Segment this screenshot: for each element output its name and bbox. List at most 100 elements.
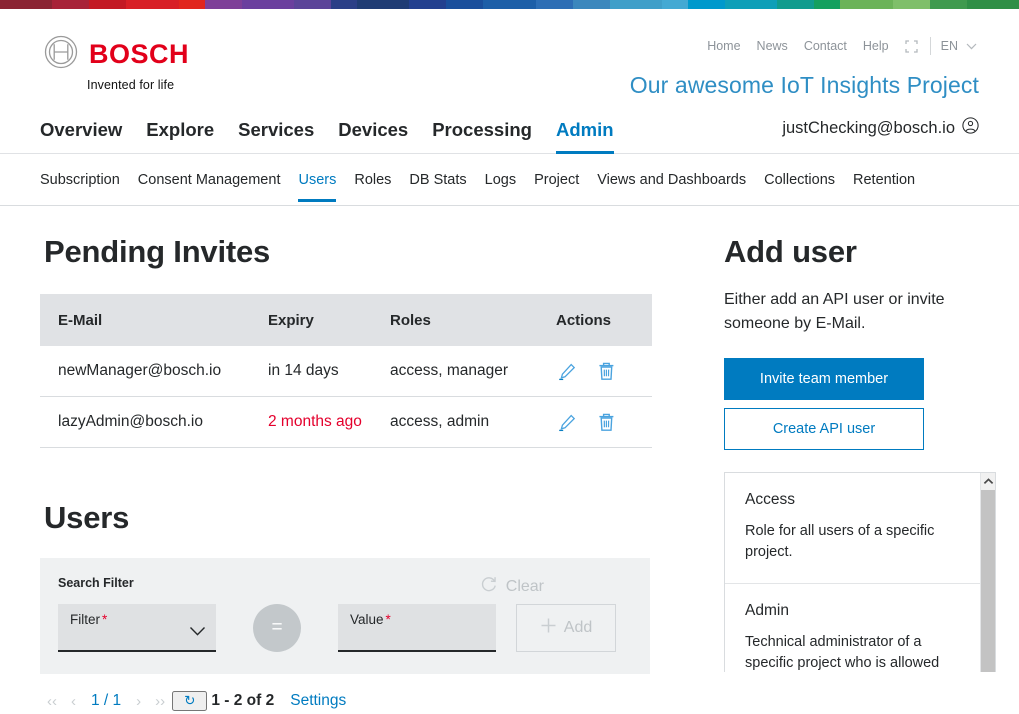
supergraphic-segment xyxy=(446,0,483,9)
utility-nav: Home News Contact Help EN xyxy=(699,37,979,55)
sub-nav-item-project[interactable]: Project xyxy=(534,168,579,202)
utility-nav-divider xyxy=(930,37,931,55)
main-nav-item-services[interactable]: Services xyxy=(238,110,314,150)
language-value: EN xyxy=(941,39,958,53)
filter-row: Filter* = Value* Add xyxy=(58,604,632,652)
supergraphic-segment xyxy=(536,0,573,9)
filter-select[interactable]: Filter* xyxy=(58,604,216,652)
supergraphic-segment xyxy=(409,0,446,9)
clear-filter-button[interactable]: Clear xyxy=(474,574,550,599)
table-row: lazyAdmin@bosch.io2 months agoaccess, ad… xyxy=(40,397,652,448)
role-list-item[interactable]: Admin Technical administrator of a specif… xyxy=(725,584,980,672)
create-api-user-button[interactable]: Create API user xyxy=(724,408,924,450)
sub-nav-item-subscription[interactable]: Subscription xyxy=(40,168,120,202)
pagination-prev-button[interactable]: ‹ xyxy=(64,693,83,710)
supergraphic-segment xyxy=(205,0,242,9)
column-header-actions: Actions xyxy=(540,294,652,346)
bosch-logo[interactable]: BOSCH Invented for life xyxy=(44,35,189,92)
table-header-row: E-Mail Expiry Roles Actions xyxy=(40,294,652,346)
supergraphic-segment xyxy=(725,0,777,9)
role-name: Admin xyxy=(745,602,960,620)
util-nav-contact[interactable]: Contact xyxy=(796,37,855,55)
supergraphic-segment xyxy=(179,0,205,9)
supergraphic-segment xyxy=(357,0,409,9)
role-list-item[interactable]: Access Role for all users of a specific p… xyxy=(725,473,980,584)
pending-invites-table: E-Mail Expiry Roles Actions newManager@b… xyxy=(40,294,652,448)
column-header-roles[interactable]: Roles xyxy=(390,294,540,346)
pencil-edit-icon[interactable] xyxy=(558,413,577,432)
trash-delete-icon[interactable] xyxy=(597,412,616,432)
language-selector[interactable]: EN xyxy=(941,39,979,53)
account-menu[interactable]: justChecking@bosch.io xyxy=(782,117,979,139)
invite-roles-cell: access, manager xyxy=(390,346,540,397)
supergraphic-segment xyxy=(52,0,89,9)
pagination-settings-link[interactable]: Settings xyxy=(290,692,346,710)
column-header-email[interactable]: E-Mail xyxy=(40,294,268,346)
supergraphic-segment xyxy=(294,0,331,9)
fullscreen-expand-icon[interactable] xyxy=(897,40,924,53)
pagination-last-button[interactable]: ›› xyxy=(148,693,172,710)
main-nav-item-explore[interactable]: Explore xyxy=(146,110,214,150)
util-nav-help[interactable]: Help xyxy=(855,37,897,55)
supergraphic-segment xyxy=(967,0,1019,9)
filter-select-label: Filter* xyxy=(70,612,107,627)
page-header: BOSCH Invented for life Home News Contac… xyxy=(0,9,1019,106)
main-nav-item-overview[interactable]: Overview xyxy=(40,110,122,150)
pagination-next-button[interactable]: › xyxy=(129,693,148,710)
refresh-icon[interactable]: ↻ xyxy=(172,691,207,711)
sub-nav-item-roles[interactable]: Roles xyxy=(354,168,391,202)
users-column: Pending Invites E-Mail Expiry Roles Acti… xyxy=(40,206,674,714)
main-navigation: Overview Explore Services Devices Processing… xyxy=(0,106,1019,154)
util-nav-home[interactable]: Home xyxy=(699,37,748,55)
invite-expiry-cell: 2 months ago xyxy=(268,397,390,448)
sub-nav-item-consent-management[interactable]: Consent Management xyxy=(138,168,281,202)
chevron-up-icon[interactable] xyxy=(981,473,995,490)
roles-list-scrollbar[interactable] xyxy=(980,473,995,672)
users-pagination: ‹‹ ‹ 1 / 1 › ›› ↻ 1 - 2 of 2 Settings xyxy=(40,688,674,714)
invite-team-member-button[interactable]: Invite team member xyxy=(724,358,924,400)
table-body: newManager@bosch.ioin 14 daysaccess, man… xyxy=(40,346,652,448)
sub-nav-item-collections[interactable]: Collections xyxy=(764,168,835,202)
main-nav-item-admin[interactable]: Admin xyxy=(556,110,614,150)
pagination-count: 1 - 2 of 2 xyxy=(207,692,290,710)
main-nav-item-processing[interactable]: Processing xyxy=(432,110,532,150)
plus-icon xyxy=(540,617,557,639)
sub-nav-item-users[interactable]: Users xyxy=(298,168,336,202)
add-user-title: Add user xyxy=(724,234,996,270)
sub-nav-item-views-and-dashboards[interactable]: Views and Dashboards xyxy=(597,168,746,202)
filter-value-input[interactable]: Value* xyxy=(338,604,496,652)
role-description: Role for all users of a specific project… xyxy=(745,521,960,563)
pagination-first-button[interactable]: ‹‹ xyxy=(40,693,64,710)
bosch-wordmark: BOSCH xyxy=(89,41,189,68)
add-filter-label: Add xyxy=(564,619,592,637)
filter-value-label: Value* xyxy=(350,612,391,627)
refresh-circle-icon xyxy=(480,575,498,598)
main-nav-item-devices[interactable]: Devices xyxy=(338,110,408,150)
sub-nav-item-logs[interactable]: Logs xyxy=(485,168,516,202)
table-row: newManager@bosch.ioin 14 daysaccess, man… xyxy=(40,346,652,397)
admin-sub-navigation: Subscription Consent Management Users Roles… xyxy=(0,154,1019,206)
supergraphic-segment xyxy=(483,0,535,9)
users-section-title: Users xyxy=(44,500,674,536)
role-description: Technical administrator of a specific pr… xyxy=(745,632,960,672)
clear-filter-label: Clear xyxy=(506,578,544,596)
supergraphic-segment xyxy=(610,0,662,9)
table-header: E-Mail Expiry Roles Actions xyxy=(40,294,652,346)
invite-roles-cell: access, admin xyxy=(390,397,540,448)
util-nav-news[interactable]: News xyxy=(749,37,796,55)
sub-nav-item-retention[interactable]: Retention xyxy=(853,168,915,202)
bosch-tagline: Invented for life xyxy=(87,78,189,92)
filter-operator-badge[interactable]: = xyxy=(253,604,301,652)
trash-delete-icon[interactable] xyxy=(597,361,616,381)
supergraphic-segment xyxy=(840,0,892,9)
supergraphic-segment xyxy=(0,0,52,9)
role-name: Access xyxy=(745,491,960,509)
bosch-supergraphic-bar xyxy=(0,0,1019,9)
add-filter-button[interactable]: Add xyxy=(516,604,616,652)
pencil-edit-icon[interactable] xyxy=(558,362,577,381)
column-header-expiry[interactable]: Expiry xyxy=(268,294,390,346)
add-user-column: Add user Either add an API user or invit… xyxy=(674,206,996,714)
row-action-group xyxy=(540,361,652,381)
sub-nav-item-db-stats[interactable]: DB Stats xyxy=(409,168,466,202)
pagination-pages: 1 / 1 xyxy=(83,692,129,710)
